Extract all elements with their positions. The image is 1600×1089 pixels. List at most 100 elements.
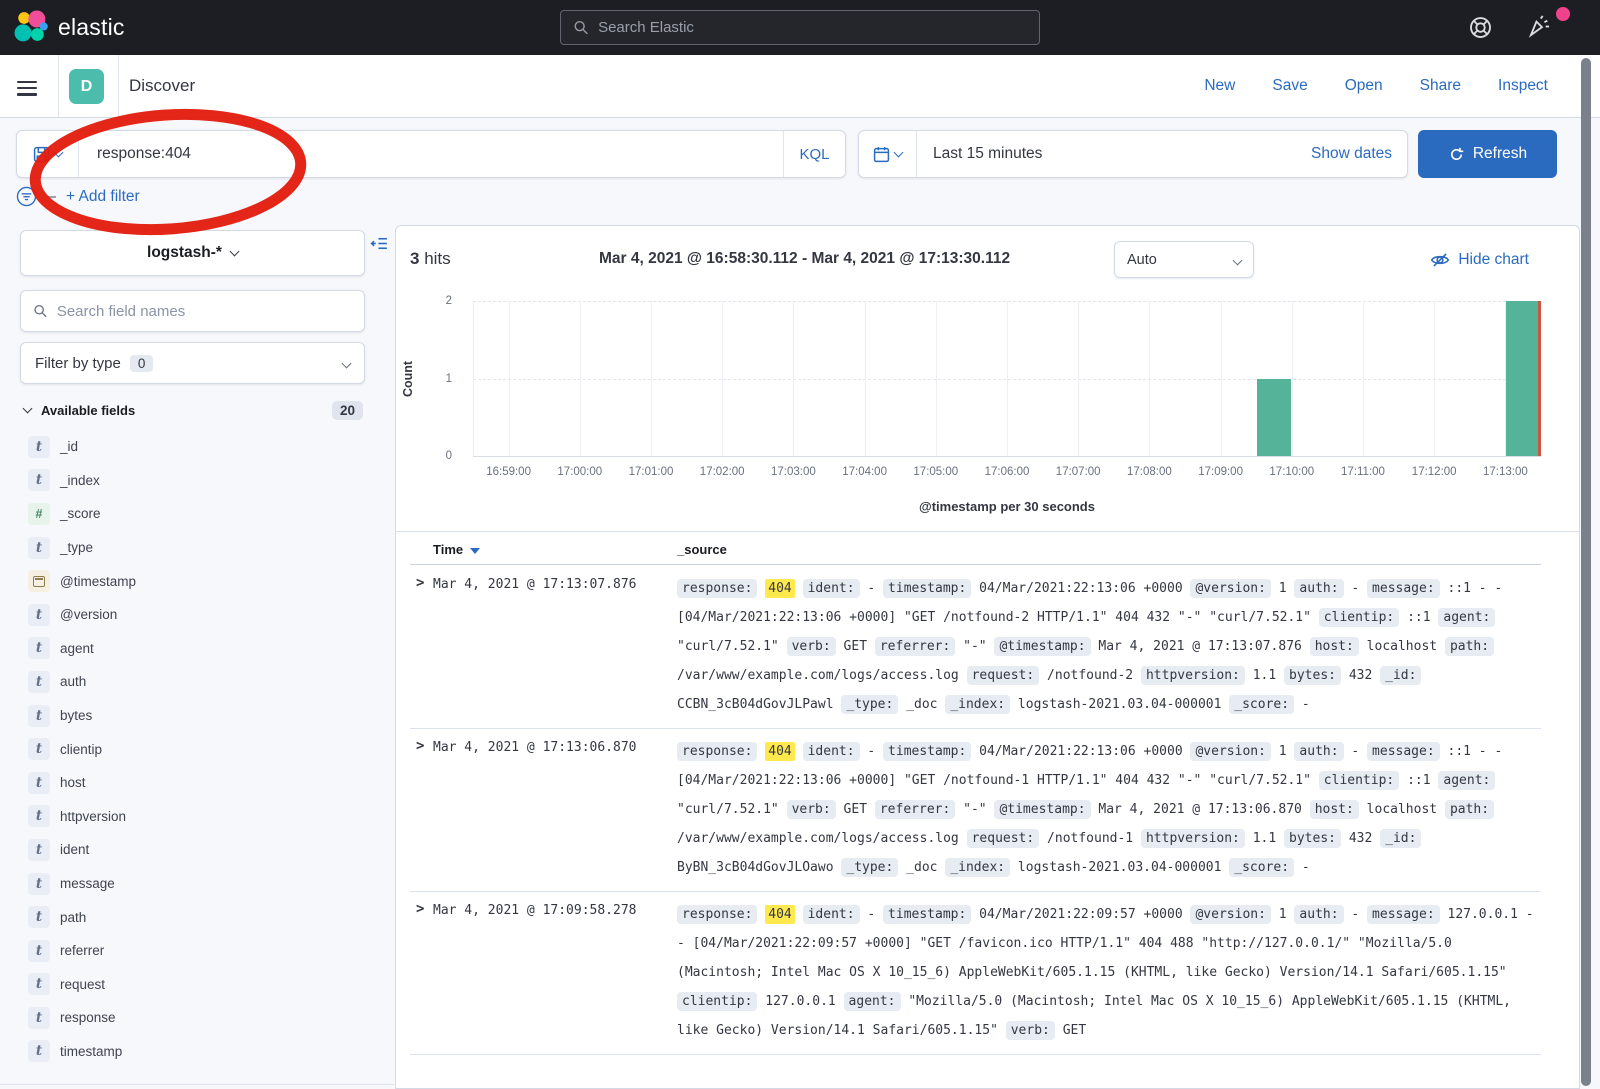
filter-by-type-select[interactable]: Filter by type 0 <box>20 342 365 384</box>
expand-row-icon[interactable]: > <box>416 738 424 754</box>
chart-gridline <box>1221 301 1222 456</box>
field-item-host[interactable]: thost <box>20 766 365 800</box>
index-pattern-picker[interactable]: logstash-* <box>20 230 365 276</box>
field-name: referrer <box>60 943 104 958</box>
query-language-button[interactable]: KQL <box>783 131 845 177</box>
field-type-number-badge: # <box>28 503 50 525</box>
saved-query-menu-button[interactable] <box>17 131 79 177</box>
field-item-bytes[interactable]: tbytes <box>20 699 365 733</box>
field-name-pill: verb: <box>787 637 836 656</box>
field-item-path[interactable]: tpath <box>20 900 365 934</box>
highlighted-value: 404 <box>765 742 794 761</box>
field-item-message[interactable]: tmessage <box>20 867 365 901</box>
field-name-pill: auth: <box>1294 742 1343 761</box>
field-type-text-badge: t <box>28 1040 50 1062</box>
field-name: httpversion <box>60 809 126 824</box>
field-item-_id[interactable]: t_id <box>20 430 365 464</box>
field-type-text-badge: t <box>28 1007 50 1029</box>
field-item-auth[interactable]: tauth <box>20 665 365 699</box>
query-input[interactable] <box>79 145 783 163</box>
field-name-pill: timestamp: <box>883 742 971 761</box>
chart-y-axis-title: Count <box>400 301 416 456</box>
field-item-@timestamp[interactable]: @timestamp <box>20 564 365 598</box>
discover-app-badge[interactable]: D <box>69 69 104 104</box>
field-item-_score[interactable]: #_score <box>20 497 365 531</box>
action-open-button[interactable]: Open <box>1345 77 1383 95</box>
field-type-text-badge: t <box>28 940 50 962</box>
field-search-input[interactable] <box>57 303 352 320</box>
field-item-response[interactable]: tresponse <box>20 1001 365 1035</box>
chevron-down-icon <box>54 148 64 158</box>
field-name-pill: ident: <box>803 742 860 761</box>
page-actions: New Save Open Share Inspect <box>1204 77 1548 95</box>
field-item-agent[interactable]: tagent <box>20 632 365 666</box>
chevron-down-icon <box>23 404 33 414</box>
available-fields-header[interactable]: Available fields 20 <box>24 398 365 422</box>
field-name: @version <box>60 607 117 622</box>
field-item-timestamp[interactable]: ttimestamp <box>20 1035 365 1069</box>
table-row: >Mar 4, 2021 @ 17:09:58.278response: 404… <box>410 892 1541 1055</box>
chart-gridline <box>1363 301 1364 456</box>
menu-icon[interactable] <box>17 77 37 99</box>
doc-time-cell: Mar 4, 2021 @ 17:13:07.876 <box>433 577 637 592</box>
refresh-button[interactable]: Refresh <box>1418 130 1557 178</box>
y-axis-tick-label: 0 <box>424 450 452 462</box>
nav-divider <box>118 55 119 117</box>
vertical-scrollbar[interactable] <box>1581 58 1591 1086</box>
field-item-request[interactable]: trequest <box>20 968 365 1002</box>
field-item-@version[interactable]: t@version <box>20 598 365 632</box>
field-item-referrer[interactable]: t referrer <box>20 934 365 968</box>
field-name-pill: httpversion: <box>1141 666 1245 685</box>
action-new-button[interactable]: New <box>1204 77 1235 95</box>
discover-app: elastic <box>0 0 1600 1089</box>
field-item-httpversion[interactable]: thttpversion <box>20 800 365 834</box>
help-icon[interactable] <box>1468 15 1493 40</box>
interval-value: Auto <box>1127 252 1157 268</box>
x-axis-tick-label: 17:12:00 <box>1399 466 1469 478</box>
action-save-button[interactable]: Save <box>1272 77 1307 95</box>
field-item-clientip[interactable]: tclientip <box>20 732 365 766</box>
expand-row-icon[interactable]: > <box>416 901 424 917</box>
x-axis-tick-label: 17:13:00 <box>1470 466 1540 478</box>
field-name-pill: ident: <box>803 579 860 598</box>
field-item-_type[interactable]: t_type <box>20 531 365 565</box>
chart-gridline <box>509 301 510 456</box>
elastic-logo[interactable]: elastic <box>14 10 125 44</box>
hide-chart-button[interactable]: Hide chart <box>1430 250 1529 270</box>
current-time-marker <box>1538 301 1541 456</box>
newsfeed-icon[interactable] <box>1526 13 1553 40</box>
filter-icon[interactable] <box>16 186 37 207</box>
field-name-pill: clientip: <box>1319 771 1399 790</box>
x-axis-tick-label: 17:03:00 <box>758 466 828 478</box>
interval-select[interactable]: Auto <box>1114 241 1254 278</box>
action-inspect-button[interactable]: Inspect <box>1498 77 1548 95</box>
field-name: @timestamp <box>60 574 136 589</box>
x-axis-tick-label: 17:05:00 <box>901 466 971 478</box>
collapse-sidebar-icon[interactable] <box>370 234 389 253</box>
field-item-_index[interactable]: t_index <box>20 464 365 498</box>
histogram-bar[interactable] <box>1506 301 1540 456</box>
chart-gridline <box>651 301 652 456</box>
y-axis-tick-label: 2 <box>424 295 452 307</box>
highlighted-value: 404 <box>765 579 794 598</box>
action-share-button[interactable]: Share <box>1420 77 1461 95</box>
field-name-pill: timestamp: <box>883 905 971 924</box>
add-filter-button[interactable]: + Add filter <box>66 188 140 206</box>
field-name-pill: _type: <box>841 695 898 714</box>
histogram-bar[interactable] <box>1257 379 1291 457</box>
global-search-input[interactable] <box>598 19 1027 36</box>
field-name-pill: clientip: <box>1319 608 1399 627</box>
expand-row-icon[interactable]: > <box>416 575 424 591</box>
results-panel: 3 hits Mar 4, 2021 @ 16:58:30.112 - Mar … <box>395 225 1580 1089</box>
field-search-box[interactable] <box>20 290 365 332</box>
time-column-header[interactable]: Time <box>433 542 480 557</box>
date-quick-menu-button[interactable] <box>859 131 917 177</box>
show-dates-button[interactable]: Show dates <box>1311 145 1407 163</box>
field-name-pill: @version: <box>1190 742 1270 761</box>
field-name-pill: host: <box>1310 800 1359 819</box>
table-row: >Mar 4, 2021 @ 17:13:07.876response: 404… <box>410 566 1541 729</box>
field-item-ident[interactable]: tident <box>20 833 365 867</box>
global-search-box[interactable] <box>560 10 1040 45</box>
chart-gridline <box>936 301 937 456</box>
time-range-value[interactable]: Last 15 minutes <box>917 145 1311 163</box>
